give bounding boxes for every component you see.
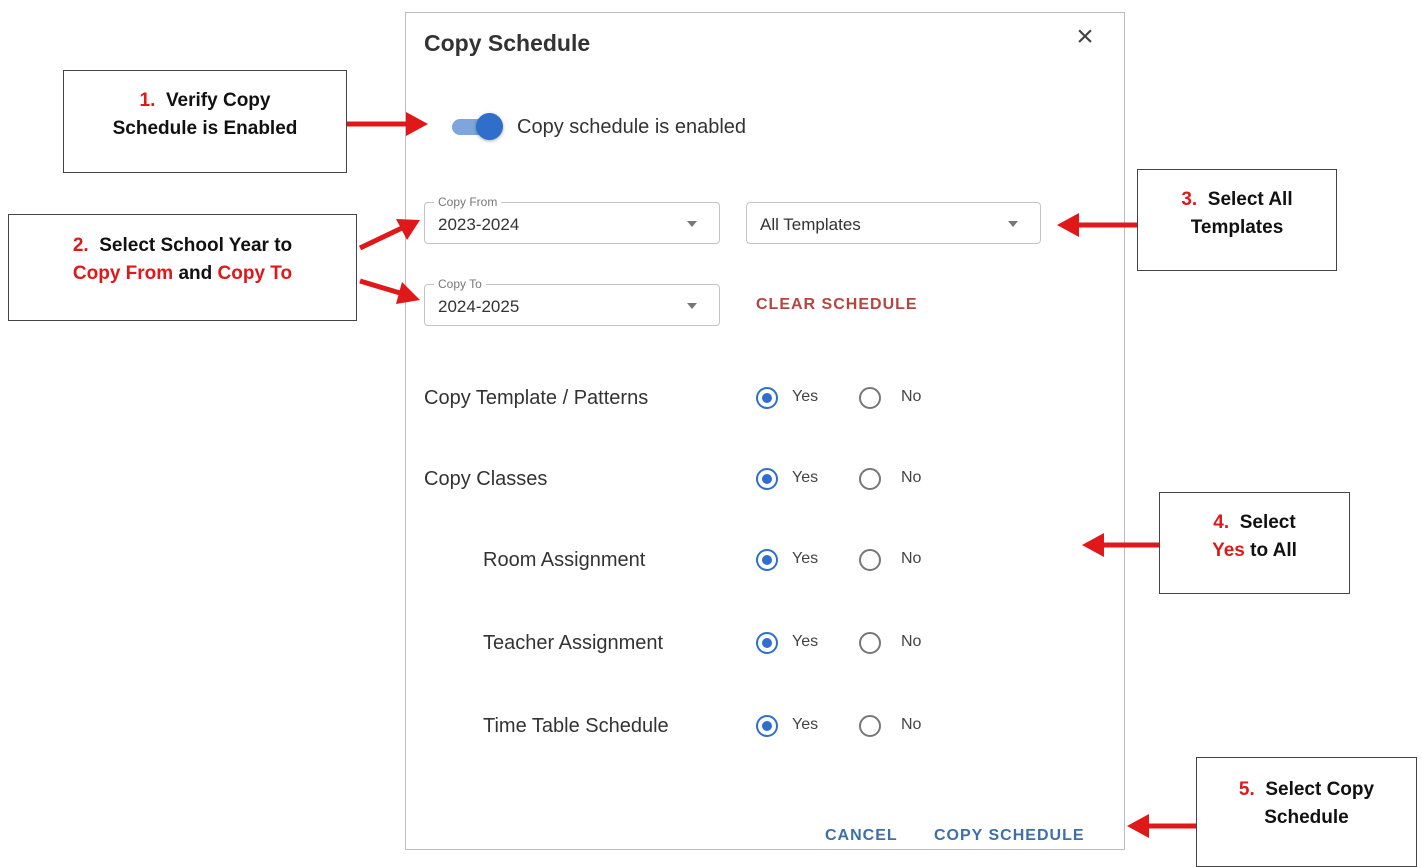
arrow-step-2a-shaft [358, 225, 404, 251]
arrow-step-4-head [1082, 533, 1104, 557]
arrow-step-2b-shaft [359, 278, 401, 296]
arrow-step-1-head [406, 112, 428, 136]
arrow-step-3-head [1057, 213, 1079, 237]
arrow-step-5-head [1127, 814, 1149, 838]
annotation-arrows [347, 112, 1196, 838]
arrow-step-2b-head [396, 282, 420, 304]
